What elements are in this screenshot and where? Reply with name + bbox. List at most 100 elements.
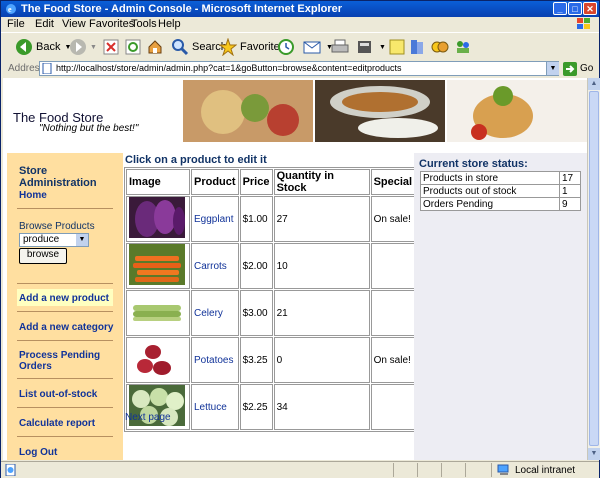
address-bar: Address http://localhost/store/admin/adm… xyxy=(1,61,599,77)
table-row[interactable]: Potatoes $3.25 0 On sale! xyxy=(126,337,416,383)
product-price: $2.00 xyxy=(239,243,273,289)
home-button[interactable] xyxy=(147,37,166,57)
table-header-row: Image Product Price Quantity in Stock Sp… xyxy=(126,169,416,195)
vertical-scrollbar[interactable]: ▲ ▼ xyxy=(587,78,600,460)
history-button[interactable] xyxy=(277,37,298,57)
banner-food-photos xyxy=(183,80,587,142)
sidebar-divider xyxy=(17,340,113,341)
browse-button[interactable]: browse xyxy=(19,248,67,264)
forward-button[interactable]: ▼ xyxy=(69,37,97,57)
stop-button[interactable] xyxy=(103,37,122,57)
product-special: On sale! xyxy=(370,337,416,383)
product-price: $3.25 xyxy=(239,337,273,383)
search-icon xyxy=(172,39,189,56)
product-image-cell[interactable] xyxy=(126,384,190,430)
status-value: 17 xyxy=(559,171,581,185)
product-name[interactable]: Lettuce xyxy=(191,384,239,430)
product-image-cell[interactable] xyxy=(126,196,190,242)
product-special xyxy=(370,384,416,430)
menu-help[interactable]: Help xyxy=(158,18,181,30)
windows-logo-icon xyxy=(577,18,590,29)
product-image-cell[interactable] xyxy=(126,243,190,289)
status-label: Products in store xyxy=(420,171,560,185)
sidebar-divider xyxy=(17,283,113,284)
sidebar-add-category-link[interactable]: Add a new category xyxy=(19,322,113,333)
status-value: 9 xyxy=(559,197,581,211)
research-button[interactable] xyxy=(409,37,428,57)
eggplant-image[interactable] xyxy=(129,197,185,238)
category-select[interactable]: produce ▼ xyxy=(19,233,89,247)
sidebar-list-oos-link[interactable]: List out-of-stock xyxy=(19,389,97,400)
mail-button[interactable]: ▼ xyxy=(303,37,333,57)
sidebar-calc-report-link[interactable]: Calculate report xyxy=(19,418,95,429)
print-button[interactable] xyxy=(331,37,352,57)
chevron-down-icon: ▼ xyxy=(76,234,88,246)
product-name[interactable]: Celery xyxy=(191,290,239,336)
store-tagline: "Nothing but the best!" xyxy=(39,123,139,134)
page-viewport: The Food Store "Nothing but the best!" S… xyxy=(3,78,587,460)
title-bar: e The Food Store - Admin Console - Micro… xyxy=(1,1,599,17)
table-row[interactable]: Eggplant $1.00 27 On sale! xyxy=(126,196,416,242)
menu-favorites[interactable]: Favorites xyxy=(89,18,134,30)
scroll-down-icon[interactable]: ▼ xyxy=(588,448,600,460)
menu-view[interactable]: View xyxy=(62,18,86,30)
refresh-button[interactable] xyxy=(125,37,144,57)
product-quantity: 27 xyxy=(273,196,370,242)
scroll-up-icon[interactable]: ▲ xyxy=(588,78,600,90)
sidebar-divider xyxy=(17,407,113,408)
close-button[interactable]: ✕ xyxy=(583,2,597,15)
potatoes-image[interactable] xyxy=(129,338,185,379)
maximize-button[interactable]: □ xyxy=(568,2,582,15)
celery-image[interactable] xyxy=(129,291,185,332)
product-quantity: 0 xyxy=(273,337,370,383)
refresh-icon xyxy=(125,39,141,55)
statusbar-divider xyxy=(441,463,442,477)
menu-tools[interactable]: Tools xyxy=(131,18,157,30)
back-button[interactable]: Back ▼ xyxy=(15,37,71,57)
menu-edit[interactable]: Edit xyxy=(35,18,54,30)
minimize-button[interactable]: _ xyxy=(553,2,567,15)
discuss-button[interactable] xyxy=(389,37,408,57)
next-page-link[interactable]: Next page xyxy=(125,412,171,423)
people-icon xyxy=(457,41,469,53)
home-icon xyxy=(148,40,162,54)
security-zone-label: Local intranet xyxy=(515,464,576,476)
address-url: http://localhost/store/admin/admin.php?c… xyxy=(56,63,402,73)
address-dropdown-icon[interactable]: ▼ xyxy=(546,62,559,75)
research-icon xyxy=(411,40,423,54)
edit-button[interactable]: ▼ xyxy=(357,37,386,57)
sidebar-process-orders-link[interactable]: Process Pending Orders xyxy=(19,350,115,372)
messenger-icon xyxy=(431,41,449,53)
statusbar-divider xyxy=(393,463,394,477)
product-image-cell[interactable] xyxy=(126,337,190,383)
toolbar: Back ▼ ▼ Search Favorites ▼ ▼ xyxy=(1,32,599,62)
table-row: Orders Pending 9 xyxy=(420,197,581,211)
table-row[interactable]: Lettuce $2.25 34 xyxy=(126,384,416,430)
forward-dropdown-icon[interactable]: ▼ xyxy=(90,44,97,51)
product-name[interactable]: Carrots xyxy=(191,243,239,289)
statusbar-divider xyxy=(417,463,418,477)
messenger-button[interactable] xyxy=(431,37,452,57)
favorites-button[interactable]: Favorites xyxy=(219,37,285,57)
go-button[interactable]: Go xyxy=(563,61,593,76)
sidebar-home-link[interactable]: Home xyxy=(19,190,47,201)
product-name[interactable]: Eggplant xyxy=(191,196,239,242)
product-image-cell[interactable] xyxy=(126,290,190,336)
edit-dropdown-icon[interactable]: ▼ xyxy=(379,44,386,51)
sidebar-add-product-link[interactable]: Add a new product xyxy=(19,293,109,304)
carrots-image[interactable] xyxy=(129,244,185,285)
sidebar-divider xyxy=(17,378,113,379)
browse-products-label: Browse Products xyxy=(19,221,95,232)
security-zone: Local intranet xyxy=(497,464,575,476)
menu-file[interactable]: File xyxy=(7,18,25,30)
edit-icon xyxy=(358,41,371,53)
scroll-thumb[interactable] xyxy=(589,91,599,446)
note-icon xyxy=(389,39,405,55)
product-name[interactable]: Potatoes xyxy=(191,337,239,383)
people-button[interactable] xyxy=(455,37,474,57)
table-row[interactable]: Celery $3.00 21 xyxy=(126,290,416,336)
product-price: $3.00 xyxy=(239,290,273,336)
address-input[interactable]: http://localhost/store/admin/admin.php?c… xyxy=(39,61,559,76)
table-row[interactable]: Carrots $2.00 10 xyxy=(126,243,416,289)
sidebar-logout-link[interactable]: Log Out xyxy=(19,447,57,458)
